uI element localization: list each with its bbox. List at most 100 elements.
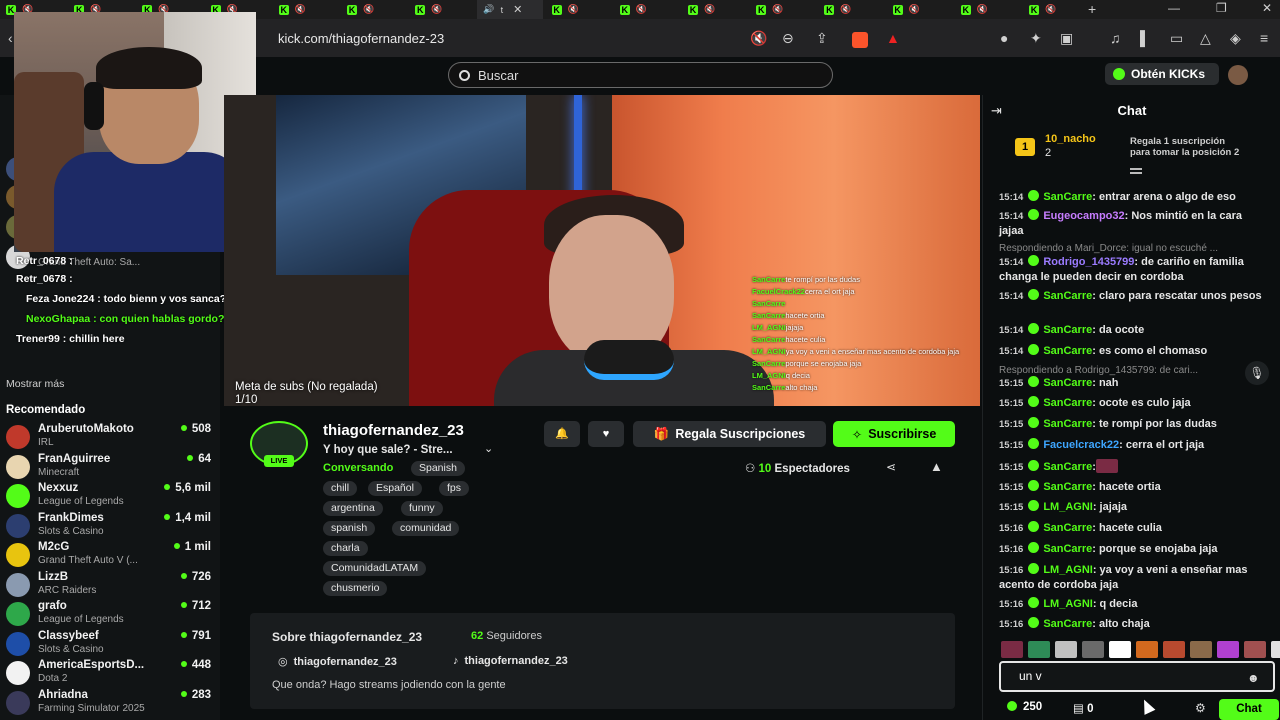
emote-button[interactable]	[1028, 641, 1050, 658]
follow-heart-button[interactable]: ♥	[588, 421, 624, 447]
browser-tab[interactable]: K 🔇	[409, 0, 475, 19]
tab-muted-icon[interactable]: 🔇	[909, 4, 920, 15]
tag-chip[interactable]: spanish	[323, 521, 376, 536]
message-user[interactable]: SanCarre	[1043, 290, 1092, 302]
emote-button[interactable]	[1082, 641, 1104, 658]
message-user[interactable]: SanCarre	[1043, 461, 1092, 473]
message-user[interactable]: SanCarre	[1043, 522, 1092, 534]
channel-name[interactable]: thiagofernandez_23	[323, 422, 464, 439]
tab-muted-icon[interactable]: 🔇	[363, 4, 374, 15]
tab-muted-icon[interactable]: 🔇	[1045, 4, 1056, 15]
browser-tab[interactable]: K 🔇	[682, 0, 748, 19]
alert-triangle-icon[interactable]: ▲	[886, 30, 900, 46]
share-icon[interactable]: ⋖	[886, 460, 896, 474]
tab-muted-icon[interactable]: 🔇	[772, 4, 783, 15]
video-player[interactable]: Meta de subs (No regalada) 1/10 SanCarre…	[224, 95, 980, 406]
mute-site-icon[interactable]: 🔇	[750, 30, 767, 47]
message-user[interactable]: SanCarre	[1043, 345, 1092, 357]
subscribe-button[interactable]: ✧ Suscribirse	[833, 421, 955, 447]
browser-tab[interactable]: K 🔇	[818, 0, 884, 19]
extensions-icon[interactable]: ✦	[1030, 30, 1042, 47]
get-kicks-button[interactable]: Obtén KICKs	[1105, 63, 1219, 85]
emote-button[interactable]	[1136, 641, 1158, 658]
sidebar-channel[interactable]: Ahriadna Farming Simulator 2025 283	[6, 689, 211, 717]
message-user[interactable]: SanCarre	[1043, 191, 1092, 203]
media-icon[interactable]: ♫	[1110, 30, 1121, 46]
message-user[interactable]: SanCarre	[1043, 324, 1092, 336]
vpn-icon[interactable]: ◈	[1230, 30, 1241, 47]
browser-tab[interactable]: K 🔇	[341, 0, 407, 19]
search-input[interactable]: Buscar	[478, 68, 518, 83]
emote-button[interactable]	[1055, 641, 1077, 658]
instagram-link[interactable]: ◎ thiagofernandez_23	[278, 655, 397, 669]
restore-icon[interactable]: ❐	[1216, 1, 1227, 15]
browser-tab[interactable]: K 🔇	[955, 0, 1021, 19]
zoom-icon[interactable]: ⊖	[782, 30, 794, 47]
share-page-icon[interactable]: ⇪	[816, 30, 828, 47]
language-tag[interactable]: Spanish	[411, 461, 465, 476]
browser-tab[interactable]: K 🔇	[1023, 0, 1089, 19]
message-user[interactable]: SanCarre	[1043, 377, 1092, 389]
sidebar-channel[interactable]: AmericaEsportsD... Dota 2 448	[6, 659, 211, 687]
sidebar-channel[interactable]: AruberutoMakoto IRL 508	[6, 423, 211, 451]
sidebar-channel[interactable]: M2cG Grand Theft Auto V (... 1 mil	[6, 541, 211, 569]
screenshot-icon[interactable]: ▣	[1060, 30, 1073, 47]
tag-chip[interactable]: Español	[368, 481, 422, 496]
gift-leaderboard[interactable]: 1 10_nacho 2 Regala 1 suscripción para t…	[983, 127, 1280, 167]
browser-tab[interactable]: K 🔇	[546, 0, 612, 19]
gear-icon[interactable]: ⚙	[1195, 701, 1206, 715]
browser-tab[interactable]: K 🔇	[750, 0, 816, 19]
emote-button[interactable]	[1271, 641, 1280, 658]
browser-tab[interactable]: K 🔇	[887, 0, 953, 19]
wallet-icon[interactable]: ▭	[1170, 30, 1183, 47]
message-user[interactable]: SanCarre	[1043, 543, 1092, 555]
emote-button[interactable]	[1001, 641, 1023, 658]
tag-chip[interactable]: comunidad	[392, 521, 460, 536]
search-bar[interactable]: Buscar	[448, 62, 833, 88]
sidebar-channel[interactable]: FrankDimes Slots & Casino 1,4 mil	[6, 512, 211, 540]
message-user[interactable]: SanCarre	[1043, 397, 1092, 409]
message-user[interactable]: Eugeocampo32	[1043, 210, 1124, 222]
kicks-balance[interactable]: 250	[1007, 701, 1042, 713]
emote-button[interactable]	[1244, 641, 1266, 658]
browser-tab[interactable]: K 🔇	[273, 0, 339, 19]
menu-icon[interactable]: ≡	[1260, 30, 1268, 46]
url-field[interactable]: kick.com/thiagofernandez-23	[278, 31, 444, 46]
tag-chip[interactable]: argentina	[323, 501, 383, 516]
tiktok-link[interactable]: ♪ thiagofernandez_23	[453, 655, 568, 667]
tag-chip[interactable]: chusmerio	[323, 581, 388, 596]
minimize-icon[interactable]: —	[1168, 1, 1180, 15]
message-user[interactable]: LM_AGNI	[1043, 598, 1093, 610]
tab-muted-icon[interactable]: 🔇	[636, 4, 647, 15]
tag-chip[interactable]: charla	[323, 541, 368, 556]
message-user[interactable]: SanCarre	[1043, 618, 1092, 630]
send-chat-button[interactable]: Chat	[1219, 699, 1279, 720]
emote-button[interactable]	[1109, 641, 1131, 658]
sidebar-channel[interactable]: grafo League of Legends 712	[6, 600, 211, 628]
notification-bell-button[interactable]: 🔔	[544, 421, 580, 447]
tab-muted-icon[interactable]: 🔇	[977, 4, 988, 15]
user-avatar[interactable]	[1228, 65, 1248, 85]
close-tab-icon[interactable]: ✕	[513, 3, 522, 16]
tab-muted-icon[interactable]: 🔇	[431, 4, 442, 15]
extension-color-icon[interactable]: ●	[1000, 30, 1008, 46]
tag-chip[interactable]: ComunidadLATAM	[323, 561, 427, 576]
emoji-picker-icon[interactable]: ☻	[1247, 671, 1260, 685]
back-icon[interactable]: ‹	[8, 30, 13, 46]
tab-muted-icon[interactable]: 🔇	[840, 4, 851, 15]
message-user[interactable]: LM_AGNI	[1043, 564, 1093, 576]
tag-chip[interactable]: fps	[439, 481, 470, 496]
message-user[interactable]: Facuelcrack22	[1043, 439, 1119, 451]
sidebar-channel[interactable]: Classybeef Slots & Casino 791	[6, 630, 211, 658]
tag-chip[interactable]: funny	[401, 501, 443, 516]
message-user[interactable]: SanCarre	[1043, 481, 1092, 493]
drag-handle-icon[interactable]	[1130, 168, 1142, 174]
brave-shield-icon[interactable]	[852, 32, 868, 48]
tab-muted-icon[interactable]: 🔇	[295, 4, 306, 15]
report-icon[interactable]: ▲	[930, 459, 943, 474]
gift-subs-button[interactable]: 🎁 Regala Suscripciones	[633, 421, 826, 447]
message-user[interactable]: SanCarre	[1043, 418, 1092, 430]
sidebar-channel[interactable]: LizzB ARC Raiders 726	[6, 571, 211, 599]
browser-tab[interactable]: K 🔇	[614, 0, 680, 19]
stream-category[interactable]: Conversando	[323, 462, 393, 474]
